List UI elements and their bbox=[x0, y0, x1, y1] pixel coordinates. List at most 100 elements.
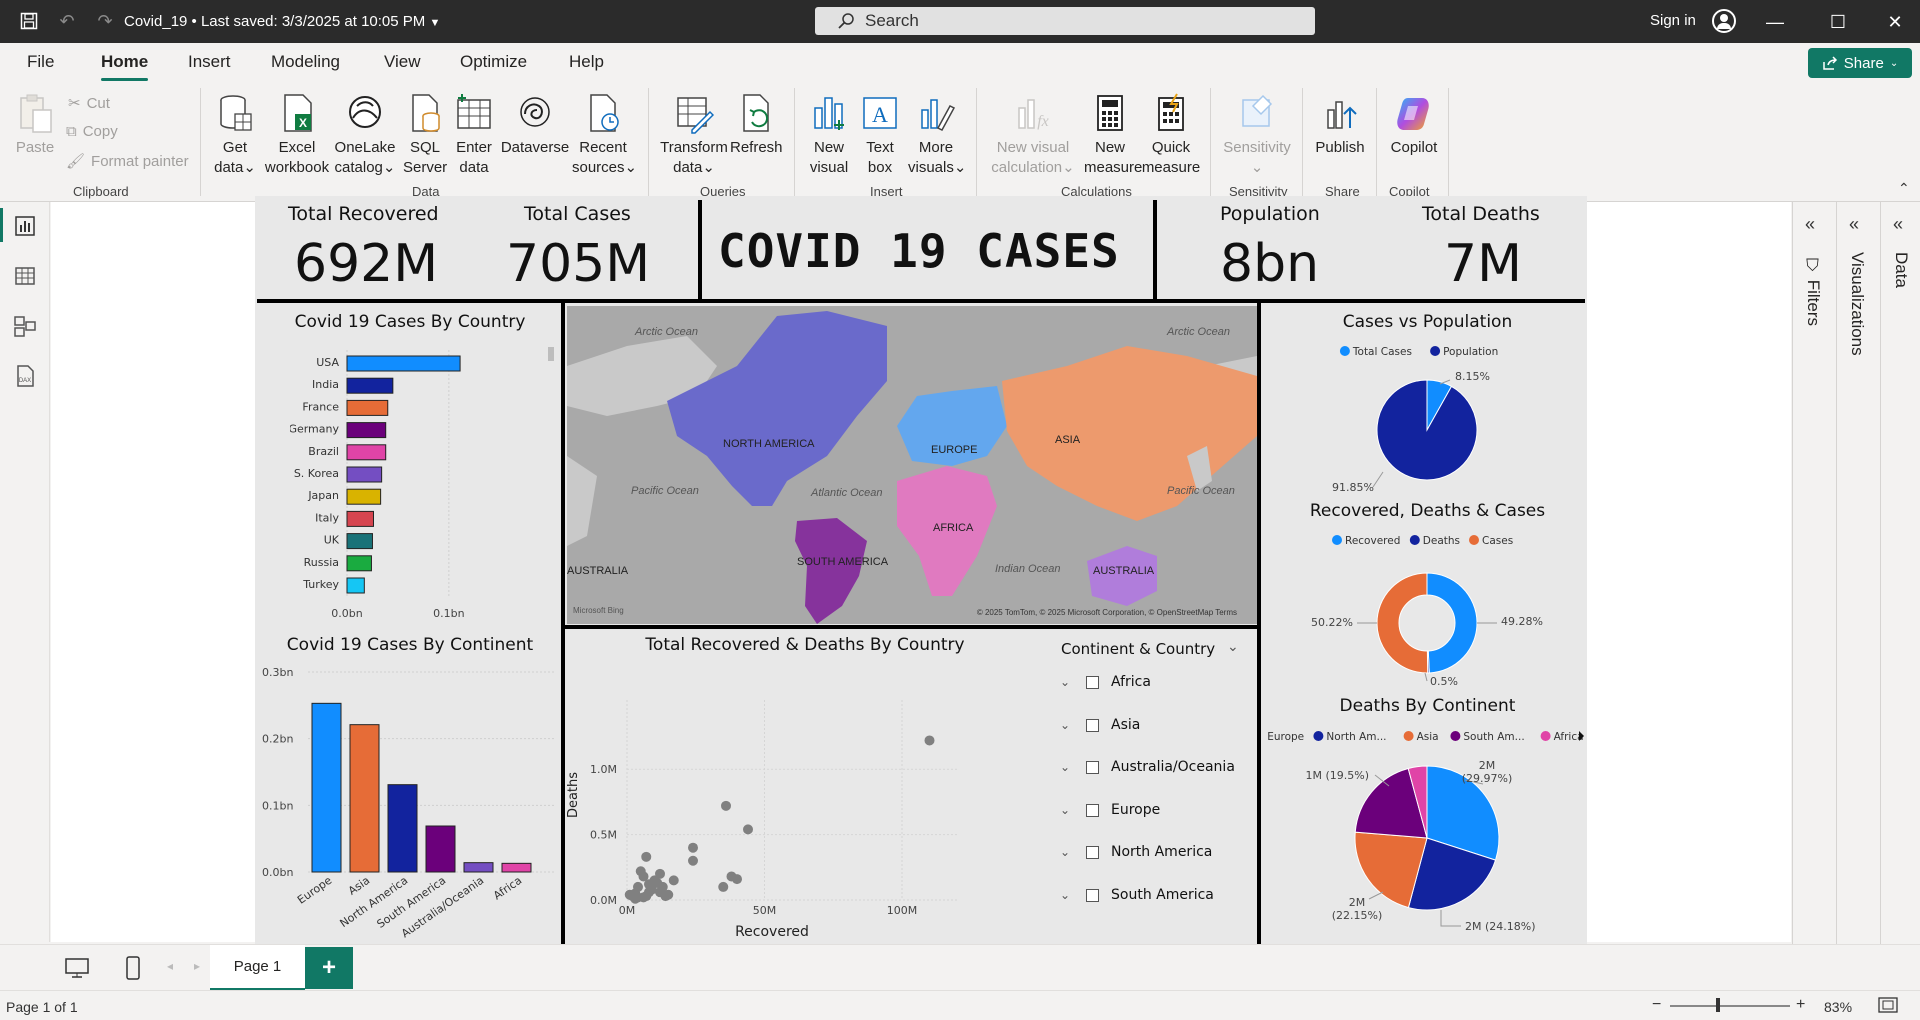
table-icon bbox=[457, 94, 491, 129]
onelake-catalog-button[interactable]: OneLake catalog⌄ bbox=[334, 92, 396, 178]
filters-pane[interactable]: « ⛉ Filters bbox=[1792, 202, 1832, 944]
dataverse-icon bbox=[520, 97, 550, 127]
model-view-icon[interactable] bbox=[13, 314, 37, 338]
table-view-icon[interactable] bbox=[13, 264, 37, 288]
zoom-level[interactable]: 83% bbox=[1824, 999, 1852, 1015]
maximize-icon[interactable]: ☐ bbox=[1823, 8, 1853, 36]
collapse-ribbon-icon[interactable]: ⌃ bbox=[1898, 180, 1910, 197]
format-painter-button[interactable]: 🖌 Format painter bbox=[66, 152, 189, 171]
visualizations-pane[interactable]: « Visualizations bbox=[1836, 202, 1876, 944]
minimize-icon[interactable]: — bbox=[1760, 8, 1790, 36]
fit-to-page-icon[interactable] bbox=[1878, 997, 1898, 1013]
refresh-button[interactable]: Refresh bbox=[730, 92, 783, 158]
add-page-button[interactable]: + bbox=[305, 947, 353, 989]
title-bar: ↶ ↷ Covid_19 • Last saved: 3/3/2025 at 1… bbox=[0, 0, 1920, 43]
new-measure-button[interactable]: New measure bbox=[1084, 92, 1142, 178]
save-icon[interactable] bbox=[18, 10, 40, 32]
chevron-down-icon: ⌄ bbox=[1250, 159, 1264, 176]
menu-optimize[interactable]: Optimize bbox=[460, 52, 527, 72]
recent-sources-button[interactable]: Recent sources⌄ bbox=[572, 92, 637, 178]
ribbon-separator bbox=[1376, 88, 1377, 196]
collapse-pane-icon[interactable]: « bbox=[1849, 214, 1859, 235]
avatar-icon[interactable] bbox=[1712, 9, 1736, 33]
svg-text:DAX: DAX bbox=[19, 378, 31, 384]
data-pane[interactable]: « Data bbox=[1880, 202, 1920, 944]
sql-server-button[interactable]: SQL Server bbox=[403, 92, 447, 178]
excel-workbook-button[interactable]: X Excel workbook bbox=[262, 92, 332, 178]
new-visual-button[interactable]: New visual bbox=[806, 92, 852, 178]
clipboard-icon bbox=[20, 94, 52, 133]
quick-measure-button[interactable]: Quick measure bbox=[1140, 92, 1202, 178]
visual-calculation-icon: fx bbox=[1018, 99, 1049, 130]
refresh-icon bbox=[743, 94, 769, 132]
menu-help[interactable]: Help bbox=[569, 52, 604, 72]
desktop-layout-icon[interactable] bbox=[64, 957, 90, 979]
ribbon-separator bbox=[794, 88, 795, 196]
menu-insert[interactable]: Insert bbox=[188, 52, 231, 72]
excel-icon: X bbox=[284, 94, 312, 132]
redo-icon[interactable]: ↷ bbox=[94, 10, 116, 32]
chevron-down-icon: ⌄ bbox=[953, 159, 967, 176]
menu-home[interactable]: Home bbox=[101, 52, 149, 81]
document-title[interactable]: Covid_19 • Last saved: 3/3/2025 at 10:05… bbox=[124, 13, 440, 30]
new-visual-calculation-button[interactable]: fx New visual calculation⌄ bbox=[990, 92, 1076, 178]
mobile-layout-icon[interactable] bbox=[124, 955, 142, 981]
sql-server-icon bbox=[412, 94, 440, 132]
data-pane-title: Data bbox=[1892, 252, 1911, 288]
svg-text:fx: fx bbox=[1037, 113, 1049, 130]
calculator-icon bbox=[1097, 95, 1123, 131]
view-rail: DAX bbox=[0, 202, 50, 942]
sensitivity-button[interactable]: Sensitivity ⌄ bbox=[1222, 92, 1292, 178]
page-tab-bar: ◂ ▸ Page 1 + bbox=[0, 944, 1920, 991]
report-page bbox=[255, 196, 1587, 946]
filter-icon: ⛉ bbox=[1804, 258, 1823, 275]
zoom-out-icon[interactable]: − bbox=[1652, 996, 1661, 1014]
sign-in-link[interactable]: Sign in bbox=[1650, 12, 1696, 29]
chevron-down-icon: ⌄ bbox=[243, 159, 256, 176]
share-button[interactable]: Share ⌄ bbox=[1808, 48, 1912, 78]
chevron-down-icon: ⌄ bbox=[1889, 57, 1899, 69]
more-visuals-button[interactable]: More visuals⌄ bbox=[908, 92, 967, 178]
close-icon[interactable]: ✕ bbox=[1880, 8, 1910, 36]
publish-icon bbox=[1327, 101, 1357, 129]
chevron-down-icon: ⌄ bbox=[382, 159, 396, 176]
dataverse-button[interactable]: Dataverse bbox=[500, 92, 570, 158]
publish-button[interactable]: Publish bbox=[1312, 92, 1368, 158]
cut-button[interactable]: ✂ Cut bbox=[68, 94, 110, 113]
ribbon-separator bbox=[976, 88, 977, 196]
search-input[interactable]: Search bbox=[815, 7, 1315, 35]
sensitivity-label-icon bbox=[1242, 94, 1273, 127]
dax-query-view-icon[interactable]: DAX bbox=[13, 364, 37, 388]
tab-page-1[interactable]: Page 1 bbox=[210, 945, 305, 991]
text-box-button[interactable]: A Text box bbox=[858, 92, 902, 178]
get-data-button[interactable]: Get data⌄ bbox=[212, 92, 258, 178]
quick-measure-icon bbox=[1158, 93, 1184, 131]
transform-data-button[interactable]: Transform data⌄ bbox=[660, 92, 728, 178]
chevron-down-icon: ⌄ bbox=[624, 159, 638, 176]
ribbon-separator bbox=[1210, 88, 1211, 196]
chevron-left-icon[interactable]: ◂ bbox=[167, 959, 173, 973]
paste-button[interactable]: Paste bbox=[14, 92, 56, 158]
chevron-right-icon[interactable]: ▸ bbox=[194, 959, 200, 973]
undo-icon[interactable]: ↶ bbox=[56, 10, 78, 32]
onelake-icon bbox=[349, 96, 381, 128]
chevron-down-icon: ⌄ bbox=[702, 159, 715, 176]
collapse-pane-icon[interactable]: « bbox=[1805, 214, 1815, 235]
more-visuals-icon bbox=[921, 99, 956, 131]
enter-data-button[interactable]: Enter data bbox=[452, 92, 496, 178]
copilot-button[interactable]: Copilot bbox=[1386, 92, 1442, 158]
copy-button[interactable]: ⧉ Copy bbox=[66, 123, 118, 140]
menu-view[interactable]: View bbox=[384, 52, 421, 72]
zoom-slider[interactable] bbox=[1670, 1005, 1790, 1007]
status-bar: Page 1 of 1 − + 83% bbox=[0, 990, 1920, 1020]
collapse-pane-icon[interactable]: « bbox=[1893, 214, 1903, 235]
transform-data-icon bbox=[677, 97, 714, 134]
svg-text:A: A bbox=[872, 102, 888, 127]
visualizations-pane-title: Visualizations bbox=[1848, 252, 1867, 356]
clipboard-group-label: Clipboard bbox=[73, 184, 129, 199]
zoom-slider-thumb[interactable] bbox=[1716, 998, 1720, 1012]
menu-file[interactable]: File bbox=[27, 52, 54, 72]
zoom-in-icon[interactable]: + bbox=[1796, 996, 1805, 1014]
menu-modeling[interactable]: Modeling bbox=[271, 52, 340, 72]
report-view-icon[interactable] bbox=[13, 214, 37, 238]
